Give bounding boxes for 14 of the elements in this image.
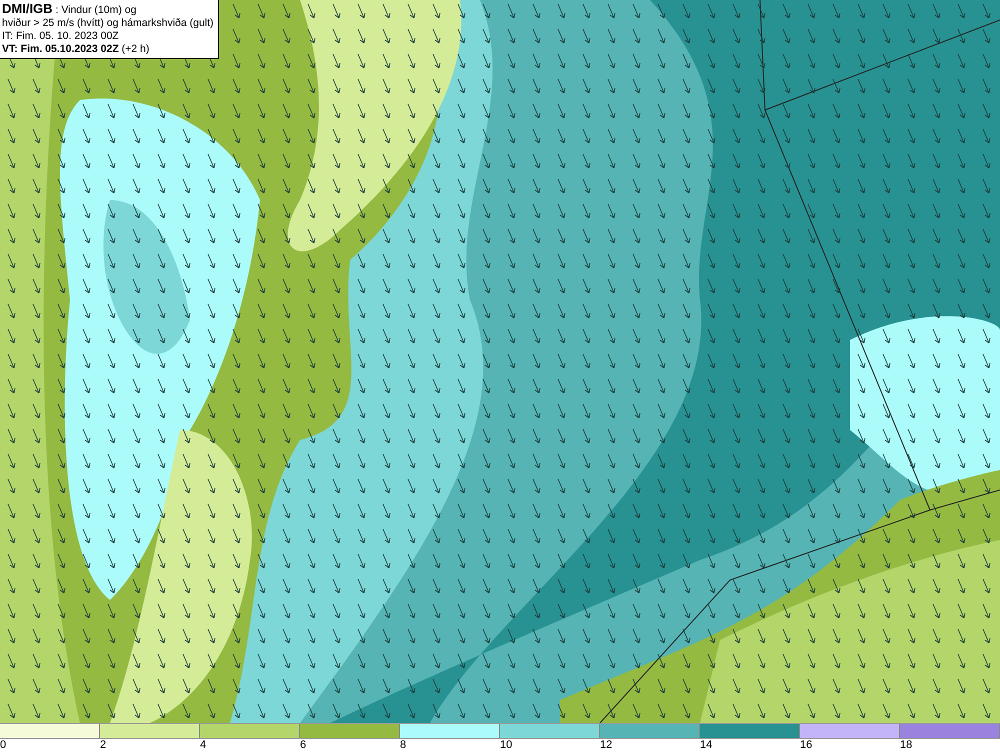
caption-line: DMI/IGB : Vindur (10m) og <box>2 2 138 17</box>
scale-label: 16 <box>800 739 812 751</box>
scale-label: 6 <box>300 739 306 751</box>
scale-label: 10 <box>500 739 512 751</box>
scale-label: 0 <box>0 739 6 751</box>
scale-label: 2 <box>100 739 106 751</box>
caption-line: hviður > 25 m/s (hvítt) og hámarkshviða (gult) <box>2 17 214 30</box>
scale-label: 18 <box>900 739 912 751</box>
caption-line: VT: Fim. 05.10.2023 02Z (+2 h) <box>2 43 150 56</box>
scale-label: 8 <box>400 739 406 751</box>
scale-label: 4 <box>200 739 206 751</box>
scale-label: 14 <box>700 739 712 751</box>
scale-label: 12 <box>600 739 612 751</box>
caption-line: IT: Fim. 05. 10. 2023 00Z <box>2 30 120 43</box>
